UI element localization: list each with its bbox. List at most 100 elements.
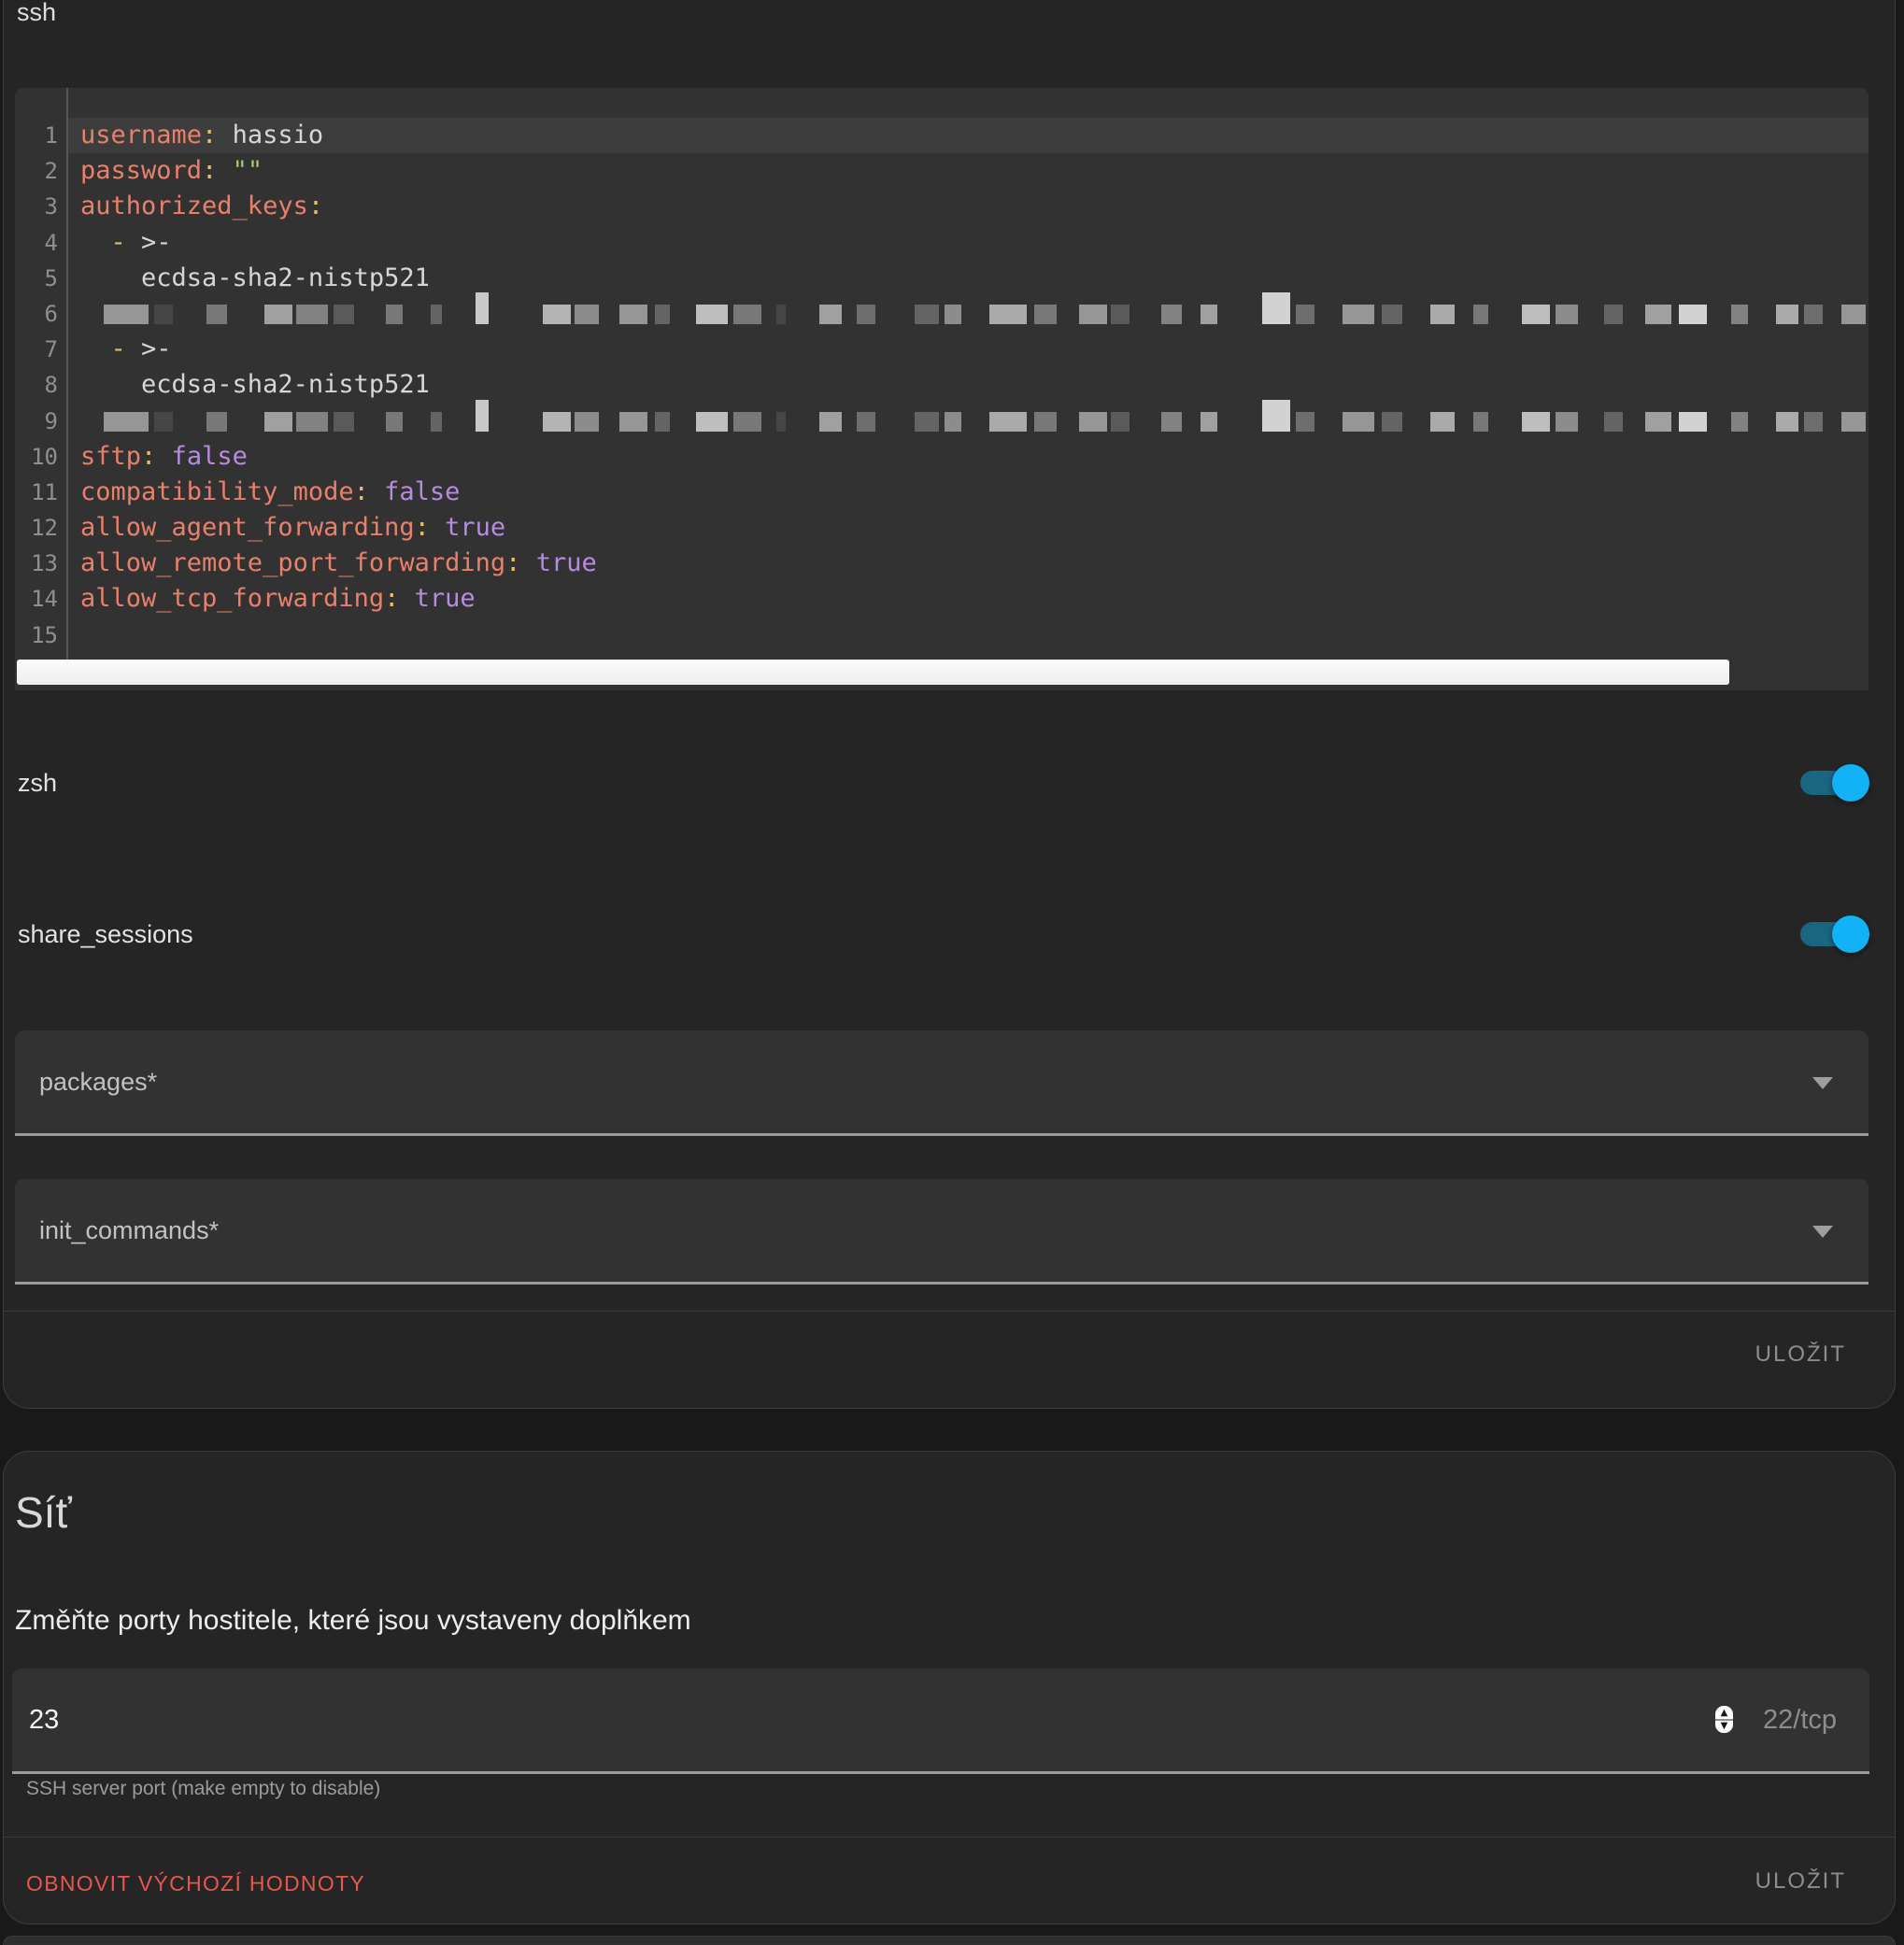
redaction-block (334, 305, 354, 324)
redaction-block (431, 305, 442, 324)
zsh-toggle[interactable] (1800, 764, 1869, 802)
redaction-block (1343, 305, 1374, 324)
line-number-1: 1 (15, 118, 66, 153)
card-footer-divider (4, 1837, 1895, 1838)
redaction-block (989, 412, 1027, 432)
redaction-block (1776, 305, 1798, 324)
redaction-block (696, 305, 728, 324)
redaction-block (1473, 305, 1488, 324)
redaction-block (104, 305, 149, 324)
line-number-12: 12 (15, 510, 66, 546)
share-sessions-option-label: share_sessions (18, 918, 193, 950)
redaction-block (1804, 305, 1823, 324)
redaction-block (1731, 412, 1748, 432)
redaction-block (431, 412, 442, 432)
network-section-description: Změňte porty hostitele, které jsou vysta… (15, 1603, 691, 1639)
redaction-block (655, 412, 670, 432)
packages-select-label: packages* (39, 1030, 157, 1133)
redaction-block (206, 412, 227, 432)
line-number-10: 10 (15, 439, 66, 475)
redaction-block (154, 305, 173, 324)
save-network-button[interactable]: ULOŽIT (1755, 1868, 1846, 1895)
line-number-2: 2 (15, 153, 66, 189)
redaction-block (1382, 305, 1402, 324)
redaction-block (1079, 305, 1107, 324)
editor-line-8[interactable]: ecdsa-sha2-nistp521 (68, 367, 1868, 403)
yaml-config-editor[interactable]: 123456789101112131415 username: hassiopa… (15, 88, 1868, 690)
chevron-down-icon (1812, 1077, 1833, 1089)
editor-line-7[interactable]: - >- (68, 332, 1868, 367)
line-number-7: 7 (15, 332, 66, 367)
redaction-block (1111, 412, 1130, 432)
redaction-block (945, 305, 961, 324)
redaction-block (1296, 412, 1314, 432)
ssh-option-label: ssh (17, 0, 56, 27)
editor-line-6-redacted-key[interactable] (68, 296, 1868, 332)
network-card: Síť Změňte porty hostitele, které jsou v… (3, 1451, 1896, 1924)
number-stepper-icon[interactable]: ▲ ▼ (1715, 1706, 1733, 1733)
toggle-thumb (1832, 916, 1869, 953)
redaction-block (543, 305, 571, 324)
editor-horizontal-scrollbar[interactable] (17, 660, 1729, 685)
init-commands-select-field[interactable]: init_commands* (15, 1179, 1868, 1285)
redaction-block (1604, 412, 1623, 432)
redaction-block (915, 412, 939, 432)
redaction-block (1776, 412, 1798, 432)
redaction-block (476, 400, 489, 432)
editor-line-5[interactable]: ecdsa-sha2-nistp521 (68, 261, 1868, 296)
redaction-block (1201, 412, 1217, 432)
ssh-port-input[interactable] (29, 1668, 590, 1771)
redaction-block (1804, 412, 1823, 432)
redaction-block (1522, 412, 1550, 432)
redaction-block (543, 412, 571, 432)
editor-line-11[interactable]: compatibility_mode: false (68, 475, 1868, 510)
redaction-block (1161, 412, 1182, 432)
editor-line-4[interactable]: - >- (68, 225, 1868, 261)
yaml-editor-gutter: 123456789101112131415 (15, 88, 66, 660)
editor-line-3[interactable]: authorized_keys: (68, 189, 1868, 224)
redaction-block (776, 412, 786, 432)
editor-line-9-redacted-key[interactable] (68, 404, 1868, 439)
redaction-block (575, 305, 599, 324)
yaml-editor-content[interactable]: username: hassiopassword: ""authorized_k… (68, 88, 1868, 660)
redaction-block (733, 305, 761, 324)
redaction-block (819, 305, 842, 324)
redaction-block (1556, 412, 1578, 432)
packages-select-field[interactable]: packages* (15, 1030, 1868, 1136)
redaction-block (776, 305, 786, 324)
redaction-block (1262, 400, 1290, 432)
redaction-block (104, 412, 149, 432)
line-number-5: 5 (15, 261, 66, 296)
redaction-block (154, 412, 173, 432)
share-sessions-toggle[interactable] (1800, 916, 1869, 953)
stepper-up-icon[interactable]: ▲ (1721, 1709, 1728, 1718)
redaction-block (296, 305, 328, 324)
editor-line-15[interactable] (68, 618, 1868, 653)
redaction-block (733, 412, 761, 432)
line-number-6: 6 (15, 296, 66, 332)
editor-line-13[interactable]: allow_remote_port_forwarding: true (68, 546, 1868, 581)
redaction-block (1079, 412, 1107, 432)
reset-defaults-button[interactable]: OBNOVIT VÝCHOZÍ HODNOTY (26, 1870, 365, 1896)
next-card-top-edge (3, 1936, 1896, 1945)
stepper-down-icon[interactable]: ▼ (1721, 1722, 1728, 1731)
redaction-block (575, 412, 599, 432)
redaction-block (619, 305, 647, 324)
ssh-port-field[interactable]: ▲ ▼ 22/tcp (12, 1668, 1869, 1774)
editor-line-10[interactable]: sftp: false (68, 439, 1868, 475)
save-config-button[interactable]: ULOŽIT (1755, 1342, 1846, 1368)
redaction-block (476, 292, 489, 324)
redaction-block (1645, 305, 1671, 324)
editor-line-12[interactable]: allow_agent_forwarding: true (68, 510, 1868, 546)
line-number-9: 9 (15, 404, 66, 439)
editor-line-2[interactable]: password: "" (68, 153, 1868, 189)
redaction-block (264, 305, 292, 324)
redaction-block (945, 412, 961, 432)
editor-line-1[interactable]: username: hassio (68, 118, 1868, 153)
redaction-block (619, 412, 647, 432)
redaction-block (989, 305, 1027, 324)
card-footer-divider (4, 1311, 1895, 1312)
redaction-block (1296, 305, 1314, 324)
line-number-14: 14 (15, 581, 66, 617)
editor-line-14[interactable]: allow_tcp_forwarding: true (68, 581, 1868, 617)
